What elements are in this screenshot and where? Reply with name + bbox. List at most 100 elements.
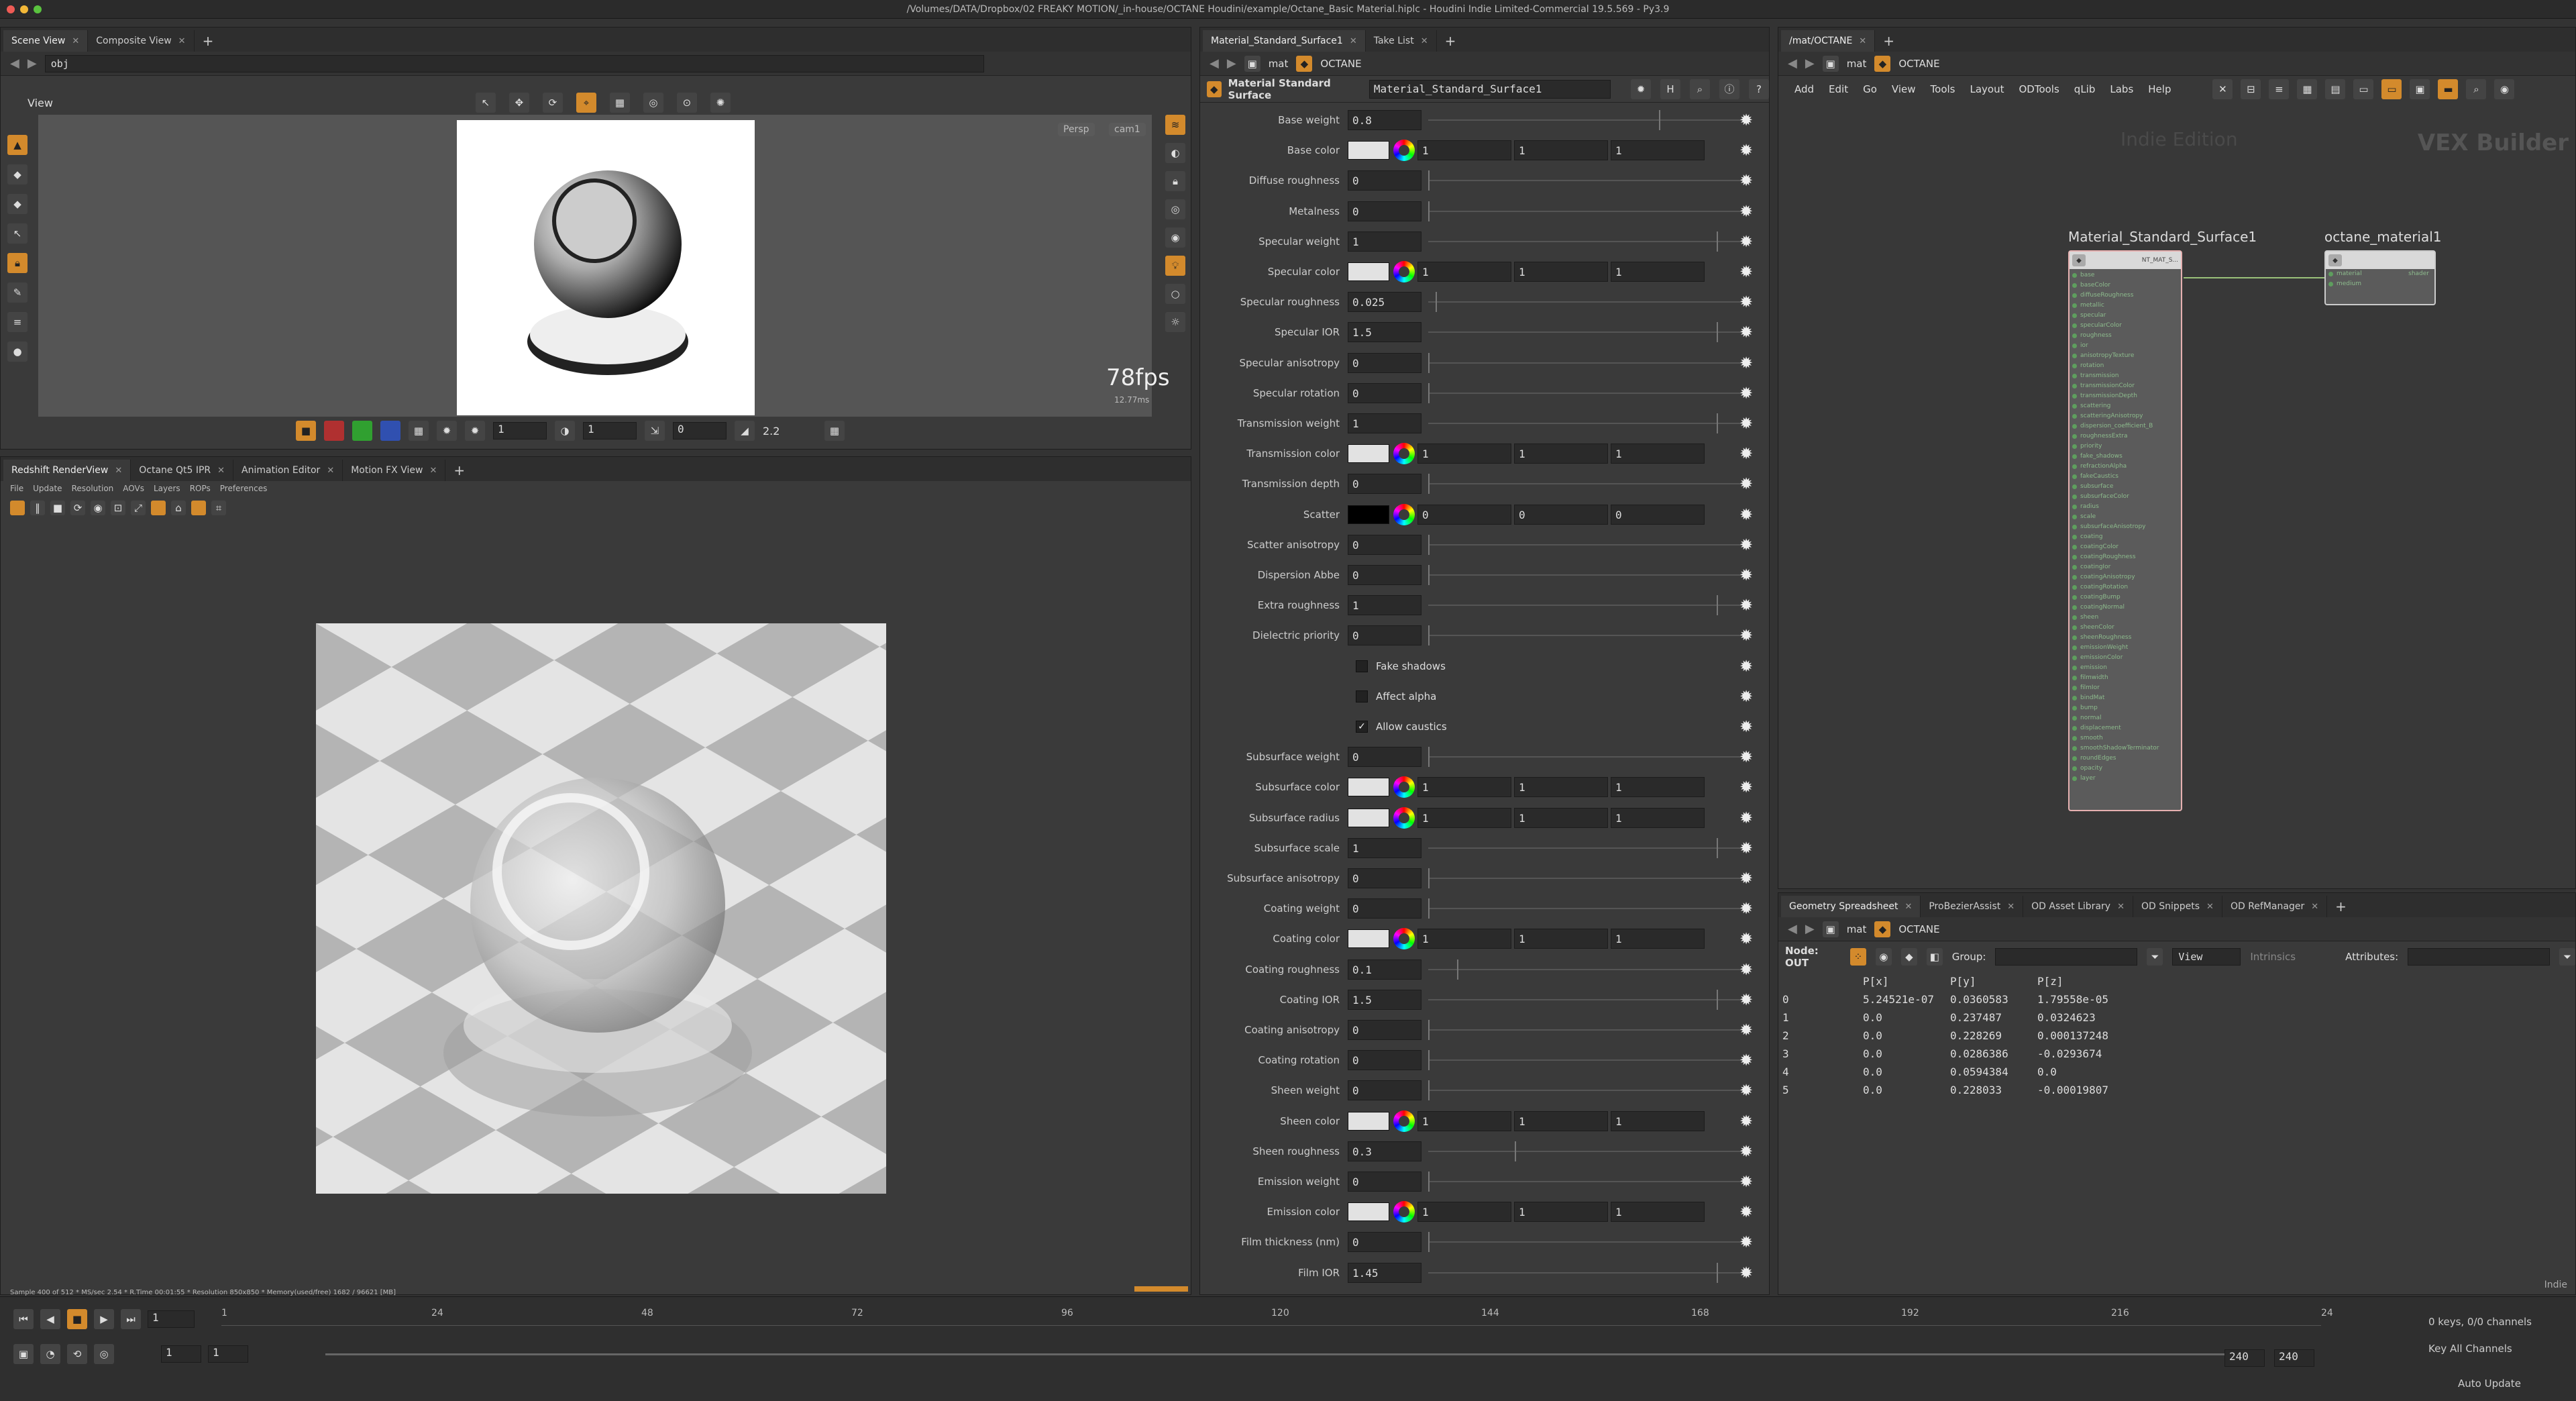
tab-motion-fx-view[interactable]: Motion FX View ✕ — [343, 460, 446, 481]
tab-od-refmanager[interactable]: OD RefManager ✕ — [2222, 896, 2328, 917]
slider-handle[interactable] — [1457, 959, 1458, 980]
play-icon[interactable]: ▶ — [94, 1309, 114, 1329]
color-swatch[interactable] — [1348, 778, 1389, 797]
close-icon[interactable]: ✕ — [1421, 36, 1428, 46]
slider-handle[interactable] — [1428, 201, 1430, 221]
param-slider[interactable] — [1428, 170, 1743, 191]
tab-material-standard-surface[interactable]: Material_Standard_Surface1 ✕ — [1203, 30, 1366, 52]
node-input-port[interactable]: scatteringAnisotropy — [2070, 411, 2181, 421]
ghost-icon[interactable]: ◎ — [1165, 199, 1185, 219]
color-wheel-icon[interactable] — [1393, 261, 1415, 282]
node-input-port[interactable]: layer — [2070, 774, 2181, 784]
node-input-port[interactable]: metallic — [2070, 301, 2181, 311]
param-value-field[interactable]: 0 — [1348, 201, 1421, 221]
attributes-field[interactable] — [2408, 948, 2551, 966]
current-frame-field[interactable]: 1 — [148, 1310, 195, 1328]
param-slider[interactable] — [1428, 959, 1743, 980]
param-slider[interactable] — [1428, 201, 1743, 221]
param-options-icon[interactable]: ✹ — [1737, 535, 1756, 554]
tab-od-asset-library[interactable]: OD Asset Library ✕ — [2023, 896, 2133, 917]
column-header[interactable] — [1782, 972, 1863, 990]
color-b-field[interactable]: 1 — [1611, 140, 1705, 161]
color-g-field[interactable]: 1 — [1514, 807, 1608, 828]
param-options-icon[interactable]: ✹ — [1737, 1021, 1756, 1039]
grid-list-icon[interactable]: ▤ — [2325, 79, 2346, 99]
color-g-field[interactable]: 1 — [1514, 1202, 1608, 1223]
tab-take-list[interactable]: Take List ✕ — [1366, 30, 1437, 52]
param-value-field[interactable]: 1.45 — [1348, 1262, 1421, 1283]
notes-icon[interactable]: ▭ — [2353, 79, 2374, 99]
lock-camera-icon[interactable]: 🔒︎ — [1165, 171, 1185, 191]
jump-start-icon[interactable]: ⏮ — [13, 1309, 34, 1329]
node-input-port[interactable]: roundEdges — [2070, 754, 2181, 764]
pin-icon[interactable]: ✎ — [7, 282, 28, 303]
param-value-field[interactable]: 0 — [1348, 474, 1421, 495]
back-arrow-icon[interactable]: ◀ — [1210, 56, 1219, 70]
snapshot-icon[interactable]: ◉ — [91, 501, 105, 515]
slider-handle[interactable] — [1428, 170, 1430, 191]
color-r-field[interactable]: 1 — [1417, 807, 1511, 828]
add-tab-icon[interactable]: + — [2327, 896, 2355, 917]
color-swatch[interactable] — [1348, 262, 1389, 281]
tab-geometry-spreadsheet[interactable]: Geometry Spreadsheet ✕ — [1781, 896, 1921, 917]
node-octane-material[interactable]: ◆ material medium shader — [2324, 250, 2436, 305]
menu-aovs[interactable]: AOVs — [123, 484, 144, 493]
close-window-icon[interactable] — [7, 5, 15, 13]
param-options-icon[interactable]: ✹ — [1737, 293, 1756, 311]
slider-handle[interactable] — [1428, 747, 1430, 768]
add-tab-icon[interactable]: + — [445, 460, 473, 481]
param-options-icon[interactable]: ✹ — [1737, 1233, 1756, 1251]
exposure-field[interactable]: 1 — [493, 422, 547, 439]
param-options-icon[interactable]: ✹ — [1737, 960, 1756, 979]
menu-go[interactable]: Go — [1863, 83, 1877, 95]
step-back-icon[interactable]: ◀ — [40, 1309, 60, 1329]
node-input-port[interactable]: specularColor — [2070, 321, 2181, 331]
slider-handle[interactable] — [1717, 989, 1718, 1010]
param-options-icon[interactable]: ✹ — [1737, 1202, 1756, 1221]
node-input-port[interactable]: baseColor — [2070, 280, 2181, 291]
node-input-port[interactable]: transmissionDepth — [2070, 391, 2181, 401]
window-controls[interactable] — [7, 5, 42, 13]
color-wheel-icon[interactable] — [1393, 1110, 1415, 1132]
param-value-field[interactable]: 0 — [1348, 1232, 1421, 1253]
table-row[interactable]: 4 0.0 0.0594384 0.0 — [1782, 1063, 2125, 1081]
param-slider[interactable] — [1428, 1050, 1743, 1071]
param-slider[interactable] — [1428, 534, 1743, 555]
param-slider[interactable] — [1428, 1020, 1743, 1040]
menu-layers[interactable]: Layers — [154, 484, 180, 493]
close-icon[interactable]: ✕ — [217, 466, 225, 476]
param-slider[interactable] — [1428, 595, 1743, 616]
node-input-port[interactable]: fake_shadows — [2070, 452, 2181, 462]
param-slider[interactable] — [1428, 1141, 1743, 1161]
color-b-field[interactable]: 0 — [1611, 504, 1705, 525]
ratio-icon[interactable]: ◢ — [735, 421, 755, 441]
range-slider[interactable] — [325, 1353, 2237, 1355]
menu-edit[interactable]: Edit — [1829, 83, 1848, 95]
node-input-port[interactable]: coatingBump — [2070, 592, 2181, 603]
add-tab-icon[interactable]: + — [1437, 30, 1464, 52]
table-row[interactable]: 0 5.24521e-07 0.0360583 1.79558e-05 — [1782, 990, 2125, 1008]
param-value-field[interactable]: 0.8 — [1348, 110, 1421, 130]
param-value-field[interactable]: 0 — [1348, 352, 1421, 373]
slider-handle[interactable] — [1428, 474, 1430, 495]
slider-handle[interactable] — [1428, 1232, 1430, 1253]
slider-handle[interactable] — [1428, 1080, 1430, 1101]
color-swatch[interactable] — [1348, 505, 1389, 524]
node-input-port[interactable]: coatingRoughness — [2070, 552, 2181, 562]
node-input-port[interactable]: bump — [2070, 703, 2181, 713]
node-input-port[interactable]: transmissionColor — [2070, 381, 2181, 391]
back-arrow-icon[interactable]: ◀ — [1788, 56, 1797, 70]
color-swatch[interactable] — [1348, 808, 1389, 827]
param-value-field[interactable]: 1.5 — [1348, 989, 1421, 1010]
param-options-icon[interactable]: ✹ — [1737, 262, 1756, 281]
node-input-port[interactable]: refractionAlpha — [2070, 462, 2181, 472]
node-input-port[interactable]: roughness — [2070, 331, 2181, 341]
tab-octane-ipr[interactable]: Octane Qt5 IPR ✕ — [131, 460, 234, 481]
color-swatch[interactable] — [1348, 1111, 1389, 1131]
param-value-field[interactable]: 0 — [1348, 1050, 1421, 1071]
node-input-port[interactable]: scattering — [2070, 401, 2181, 411]
info-icon[interactable]: ⓘ — [1719, 79, 1739, 99]
end-frame-field-2[interactable]: 240 — [2274, 1349, 2314, 1367]
param-value-field[interactable]: 0 — [1348, 170, 1421, 191]
region-icon[interactable]: ⊡ — [111, 501, 125, 515]
